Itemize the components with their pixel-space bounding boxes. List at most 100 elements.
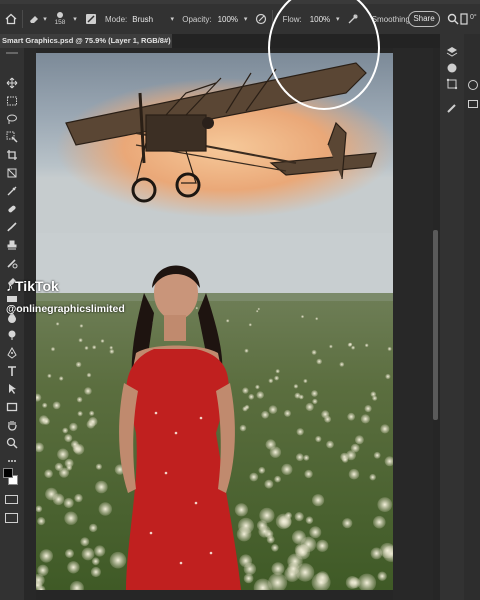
healing-brush-icon[interactable] bbox=[4, 202, 20, 216]
clone-stamp-icon[interactable] bbox=[4, 238, 20, 252]
zoom-tool-icon[interactable] bbox=[4, 436, 20, 450]
layers-panel-icon[interactable] bbox=[446, 46, 458, 58]
vertical-scrollbar[interactable] bbox=[433, 230, 438, 420]
daisy-flower bbox=[98, 502, 112, 516]
chevron-down-icon[interactable]: ▾ bbox=[334, 11, 342, 27]
divider bbox=[271, 10, 273, 28]
airbrush-icon[interactable] bbox=[346, 11, 360, 27]
opacity-value[interactable]: 100% bbox=[218, 15, 242, 24]
daisy-flower bbox=[342, 518, 353, 529]
quick-mask-icon[interactable] bbox=[5, 495, 18, 504]
marquee-tool-icon[interactable] bbox=[4, 94, 20, 108]
learn-panel-icon[interactable] bbox=[468, 100, 478, 108]
chevron-down-icon[interactable]: ▾ bbox=[242, 11, 250, 27]
daisy-flower bbox=[370, 391, 377, 398]
canvas-gutter-right bbox=[393, 48, 433, 600]
daisy-flower bbox=[380, 424, 390, 434]
angle-value[interactable]: 0° bbox=[470, 14, 477, 21]
daisy-flower bbox=[264, 479, 274, 489]
daisy-flower bbox=[86, 372, 92, 378]
daisy-flower bbox=[56, 322, 60, 326]
crop-tool-icon[interactable] bbox=[4, 148, 20, 162]
brush-preset-picker[interactable]: 158 bbox=[49, 7, 71, 31]
eyedropper-tool-icon[interactable] bbox=[4, 184, 20, 198]
foreground-color-swatch[interactable] bbox=[3, 468, 13, 478]
daisy-flower bbox=[37, 564, 49, 576]
opacity-label: Opacity: bbox=[182, 14, 212, 24]
daisy-flower bbox=[63, 497, 74, 509]
daisy-flower bbox=[387, 346, 392, 351]
daisy-flower bbox=[89, 523, 98, 533]
daisy-flower bbox=[364, 405, 372, 413]
move-tool-icon[interactable] bbox=[4, 76, 20, 90]
daisy-flower bbox=[249, 472, 259, 482]
daisy-flower bbox=[377, 497, 393, 512]
document-canvas[interactable] bbox=[36, 53, 393, 590]
daisy-flower bbox=[72, 444, 82, 453]
home-icon[interactable] bbox=[4, 11, 18, 27]
daisy-flower bbox=[59, 376, 64, 381]
brush-tool-icon[interactable] bbox=[4, 220, 20, 234]
panel-dock-secondary bbox=[464, 34, 480, 600]
paths-icon[interactable] bbox=[446, 78, 458, 90]
daisy-flower bbox=[275, 513, 292, 530]
daisy-flower bbox=[64, 434, 73, 443]
pen-tool-icon[interactable] bbox=[4, 346, 20, 360]
tiktok-brand: TikTok bbox=[15, 278, 59, 294]
daisy-flower bbox=[64, 511, 78, 525]
daisy-flower bbox=[316, 358, 323, 365]
eraser-preset-icon[interactable] bbox=[27, 11, 41, 27]
daisy-flower bbox=[284, 409, 291, 417]
daisy-flower bbox=[78, 338, 83, 343]
mode-select[interactable]: Brush bbox=[132, 15, 168, 24]
daisy-flower bbox=[88, 417, 98, 427]
panel-grip[interactable] bbox=[6, 52, 18, 54]
daisy-flower bbox=[109, 346, 113, 350]
daisy-flower bbox=[305, 516, 314, 524]
daisy-flower bbox=[89, 410, 95, 416]
daisy-flower bbox=[312, 398, 318, 405]
pressure-opacity-icon[interactable] bbox=[254, 11, 268, 27]
brush-panel-icon[interactable] bbox=[446, 102, 458, 114]
chevron-down-icon[interactable]: ▾ bbox=[168, 11, 176, 27]
history-brush-icon[interactable] bbox=[4, 256, 20, 270]
daisy-flower bbox=[242, 387, 249, 394]
daisy-flower bbox=[236, 526, 252, 542]
daisy-flower bbox=[244, 348, 249, 353]
brush-size-value: 158 bbox=[54, 19, 66, 26]
object-select-tool-icon[interactable] bbox=[4, 130, 20, 144]
daisy-flower bbox=[226, 319, 230, 323]
document-title: Smart Graphics.psd @ 75.9% (Layer 1, RGB… bbox=[2, 36, 172, 45]
chevron-down-icon[interactable]: ▾ bbox=[41, 11, 49, 27]
smoothing-label: Smoothing: bbox=[371, 14, 413, 24]
frame-tool-icon[interactable] bbox=[4, 166, 20, 180]
search-icon[interactable] bbox=[447, 12, 459, 30]
flow-value[interactable]: 100% bbox=[310, 15, 334, 24]
adjustments-icon[interactable] bbox=[446, 62, 458, 74]
type-tool-icon[interactable] bbox=[4, 364, 20, 378]
daisy-flower bbox=[109, 349, 115, 354]
screen-mode-icon[interactable] bbox=[5, 513, 18, 523]
workspace-icon[interactable] bbox=[460, 12, 468, 30]
document-tab[interactable]: Smart Graphics.psd @ 75.9% (Layer 1, RGB… bbox=[0, 34, 172, 48]
daisy-flower bbox=[293, 384, 299, 389]
daisy-flower bbox=[274, 375, 279, 381]
daisy-flower bbox=[95, 463, 102, 470]
more-tools-icon[interactable] bbox=[4, 454, 20, 468]
daisy-flower bbox=[256, 391, 264, 399]
hand-tool-icon[interactable] bbox=[4, 418, 20, 432]
chevron-down-icon[interactable]: ▾ bbox=[71, 11, 79, 27]
share-button[interactable]: Share bbox=[408, 11, 440, 27]
daisy-flower bbox=[311, 390, 318, 397]
daisy-flower bbox=[92, 345, 97, 350]
lasso-tool-icon[interactable] bbox=[4, 112, 20, 126]
color-panel-icon[interactable] bbox=[468, 80, 478, 90]
panel-dock bbox=[440, 34, 464, 600]
path-select-icon[interactable] bbox=[4, 382, 20, 396]
daisy-flower bbox=[373, 515, 386, 529]
daisy-flower bbox=[58, 467, 70, 478]
dodge-tool-icon[interactable] bbox=[4, 328, 20, 342]
daisy-flower bbox=[239, 424, 247, 432]
brush-settings-icon[interactable] bbox=[83, 11, 99, 27]
rectangle-tool-icon[interactable] bbox=[4, 400, 20, 414]
